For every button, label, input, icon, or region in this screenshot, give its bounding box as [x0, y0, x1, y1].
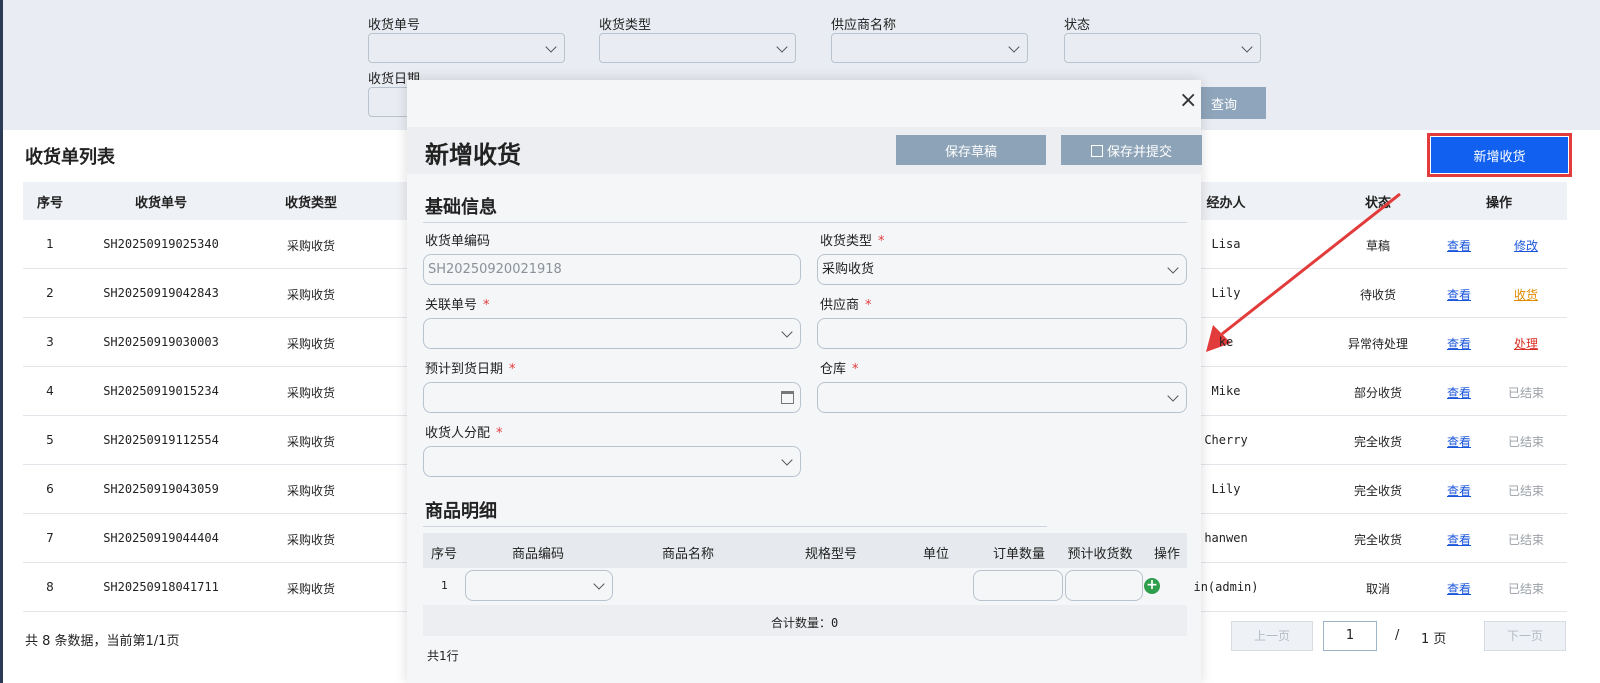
- cell-handler: Cherry: [1204, 433, 1248, 447]
- view-link[interactable]: 查看: [1447, 433, 1471, 450]
- view-link[interactable]: 查看: [1447, 482, 1471, 499]
- cell-type: 采购收货: [286, 239, 336, 253]
- cell-status: 完全收货: [1353, 484, 1403, 498]
- cell-order-no: SH20250919030003: [103, 335, 219, 349]
- cell-type: 采购收货: [286, 386, 336, 400]
- cell-handler: Lily: [1211, 482, 1241, 496]
- cell-handler: Lisa: [1211, 237, 1241, 251]
- cell-handler: in(admin): [1193, 580, 1259, 594]
- finished-label: 已结束: [1507, 582, 1545, 596]
- cell-type: 采购收货: [286, 435, 336, 449]
- cell-status: 完全收货: [1353, 533, 1403, 547]
- view-link[interactable]: 查看: [1447, 237, 1471, 254]
- finished-label: 已结束: [1507, 386, 1545, 400]
- cell-order-no: SH20250919015234: [103, 384, 219, 398]
- finished-label: 已结束: [1507, 435, 1545, 449]
- cell-index: 6: [46, 482, 54, 496]
- cell-status: 部分收货: [1353, 386, 1403, 400]
- cell-index: 3: [46, 335, 54, 349]
- cell-status: 完全收货: [1353, 435, 1403, 449]
- cell-order-no: SH20250919025340: [103, 237, 219, 251]
- cell-handler: ke: [1218, 335, 1234, 349]
- view-link[interactable]: 查看: [1447, 384, 1471, 401]
- cell-order-no: SH20250919043059: [103, 482, 219, 496]
- view-link[interactable]: 查看: [1447, 580, 1471, 597]
- finished-label: 已结束: [1507, 533, 1545, 547]
- view-link[interactable]: 查看: [1447, 531, 1471, 548]
- cell-status: 取消: [1365, 582, 1391, 596]
- row-action-link[interactable]: 收货: [1514, 286, 1538, 303]
- cell-handler: Lily: [1211, 286, 1241, 300]
- cell-status: 异常待处理: [1347, 337, 1409, 351]
- cell-index: 4: [46, 384, 54, 398]
- row-action-link[interactable]: 修改: [1514, 237, 1538, 254]
- cell-index: 8: [46, 580, 54, 594]
- cell-handler: Mike: [1211, 384, 1241, 398]
- view-link[interactable]: 查看: [1447, 335, 1471, 352]
- cell-type: 采购收货: [286, 582, 336, 596]
- cell-order-no: SH20250919042843: [103, 286, 219, 300]
- cell-handler: hanwen: [1204, 531, 1248, 545]
- cell-type: 采购收货: [286, 484, 336, 498]
- cell-index: 2: [46, 286, 54, 300]
- row-action-link[interactable]: 处理: [1514, 335, 1538, 352]
- cell-order-no: SH20250918041711: [103, 580, 219, 594]
- view-link[interactable]: 查看: [1447, 286, 1471, 303]
- cell-order-no: SH20250919112554: [103, 433, 219, 447]
- cell-index: 5: [46, 433, 54, 447]
- cell-status: 草稿: [1365, 239, 1391, 253]
- finished-label: 已结束: [1507, 484, 1545, 498]
- cell-index: 1: [46, 237, 54, 251]
- cell-type: 采购收货: [286, 533, 336, 547]
- cell-type: 采购收货: [286, 288, 336, 302]
- cell-type: 采购收货: [286, 337, 336, 351]
- cell-status: 待收货: [1359, 288, 1397, 302]
- cell-index: 7: [46, 531, 54, 545]
- cell-order-no: SH20250919044404: [103, 531, 219, 545]
